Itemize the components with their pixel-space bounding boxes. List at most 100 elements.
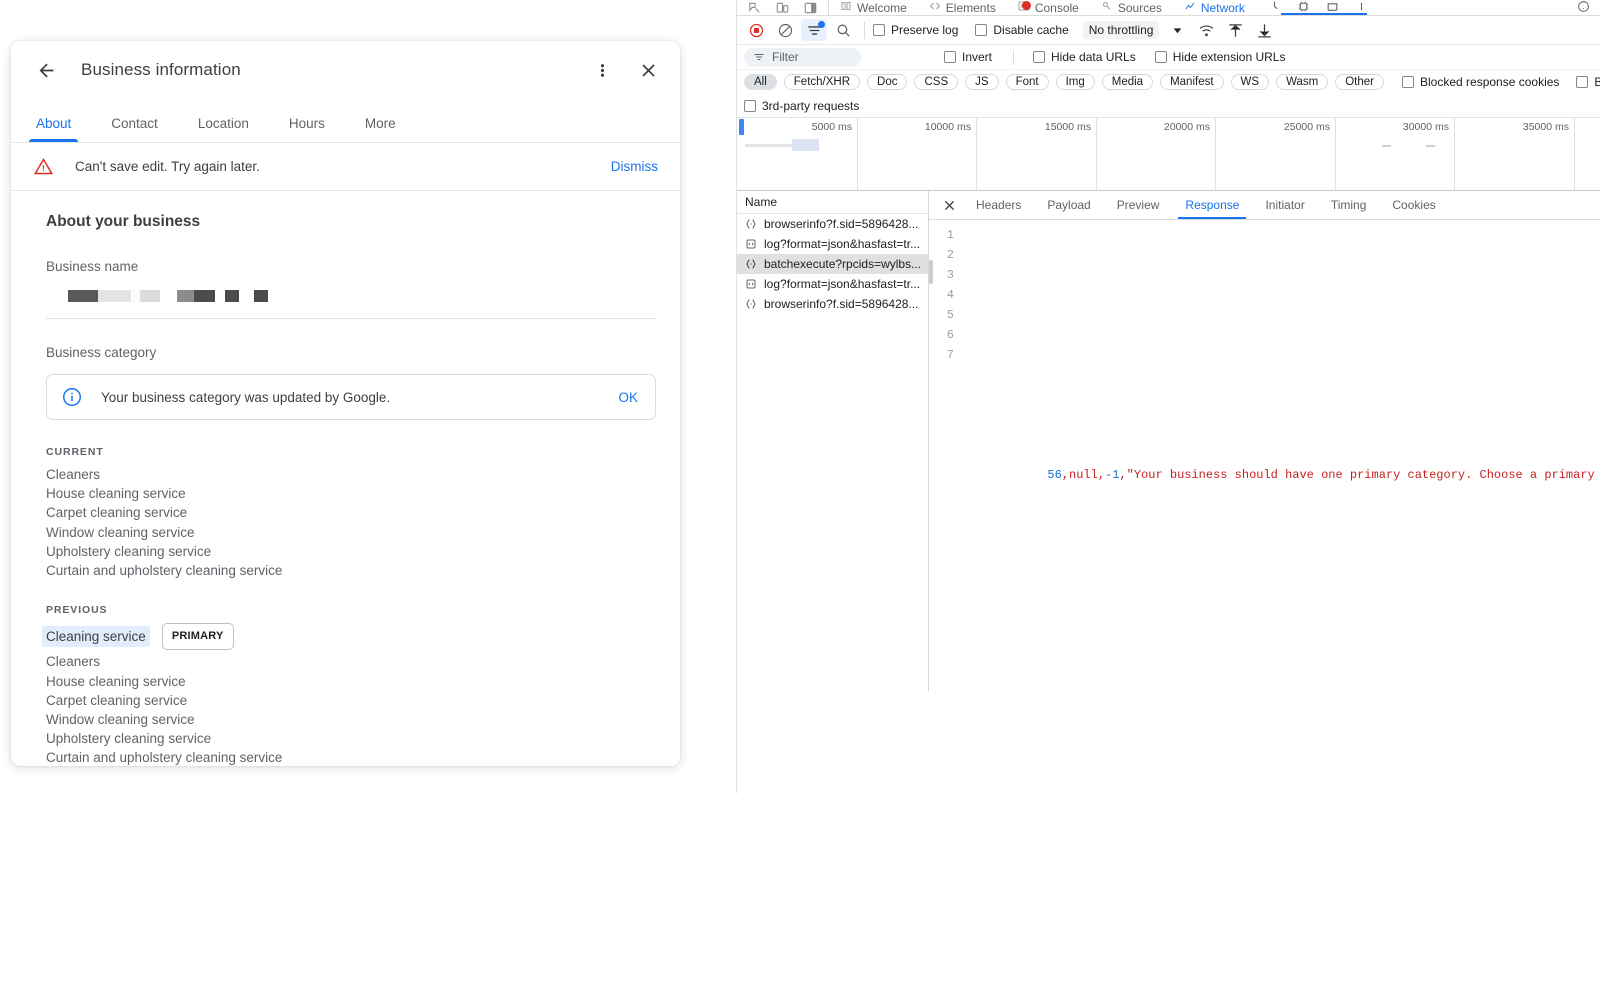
type-chip-other[interactable]: Other <box>1335 74 1384 90</box>
current-group-heading: CURRENT <box>46 446 104 458</box>
inspect-icon[interactable] <box>747 1 762 15</box>
overview-window-handle[interactable] <box>739 119 744 135</box>
third-party-requests-checkbox[interactable]: 3rd-party requests <box>744 99 859 113</box>
table-row[interactable]: browserinfo?f.sid=5896428... <box>737 294 928 314</box>
tab-elements[interactable]: Elements <box>918 0 1007 15</box>
token-number: -1 <box>1105 468 1120 482</box>
hide-extension-urls-checkbox[interactable]: Hide extension URLs <box>1154 50 1286 64</box>
type-chip-media[interactable]: Media <box>1101 74 1154 90</box>
checkbox-box <box>944 51 956 63</box>
tab-console[interactable]: Console <box>1007 0 1090 15</box>
type-chip-css[interactable]: CSS <box>914 74 959 90</box>
list-item: Curtain and upholstery cleaning service <box>46 750 283 766</box>
type-chip-manifest[interactable]: Manifest <box>1160 74 1224 90</box>
type-chip-doc[interactable]: Doc <box>867 74 908 90</box>
settings-help-icon[interactable] <box>1577 0 1590 15</box>
table-row[interactable]: log?format=json&hasfast=tr... <box>737 234 928 254</box>
tab-contact[interactable]: Contact <box>108 116 161 142</box>
table-row[interactable]: browserinfo?f.sid=5896428... <box>737 214 928 234</box>
search-icon[interactable] <box>830 19 856 41</box>
checkbox-label: Blocked requests <box>1594 75 1600 89</box>
dock-side-icon[interactable] <box>803 1 818 15</box>
filter-active-badge <box>818 21 825 28</box>
token-punct: , <box>1097 468 1106 482</box>
section-heading: About your business <box>46 213 201 230</box>
blocked-requests-checkbox[interactable]: Blocked requests <box>1576 75 1600 89</box>
throttling-select[interactable]: No throttling <box>1082 21 1160 39</box>
tab-timing[interactable]: Timing <box>1318 191 1380 219</box>
list-item: Curtain and upholstery cleaning service <box>46 563 283 579</box>
device-toolbar-icon[interactable] <box>775 1 790 15</box>
close-icon[interactable] <box>935 191 963 219</box>
performance-icon[interactable] <box>1268 0 1281 15</box>
list-item: Carpet cleaning service <box>46 692 188 708</box>
timeline-overview[interactable]: 5000 ms 10000 ms 15000 ms 20000 ms 25000… <box>737 117 1600 191</box>
type-chip-ws[interactable]: WS <box>1230 74 1270 90</box>
checkbox-label: Hide data URLs <box>1051 50 1136 64</box>
request-list-column-header[interactable]: Name <box>737 191 928 214</box>
tab-network[interactable]: Network <box>1173 0 1256 15</box>
network-conditions-icon[interactable] <box>1193 19 1219 41</box>
more-vert-icon[interactable] <box>588 56 616 84</box>
blocked-response-cookies-checkbox[interactable]: Blocked response cookies <box>1402 75 1559 89</box>
table-row[interactable]: log?format=json&hasfast=tr... <box>737 274 928 294</box>
response-code: 56,null,-1,"Your business should have on… <box>961 225 1600 685</box>
type-chip-img[interactable]: Img <box>1055 74 1095 90</box>
tab-more[interactable]: More <box>362 116 399 142</box>
business-name-value-redacted[interactable] <box>68 288 658 304</box>
close-icon[interactable] <box>634 56 662 84</box>
previous-group-heading: PREVIOUS <box>46 604 108 617</box>
disable-cache-checkbox[interactable]: Disable cache <box>975 23 1069 37</box>
chevron-down-icon[interactable] <box>1164 19 1190 41</box>
import-har-icon[interactable] <box>1222 19 1248 41</box>
tab-hours[interactable]: Hours <box>286 116 328 142</box>
tab-initiator[interactable]: Initiator <box>1252 191 1317 219</box>
checkbox-label: Hide extension URLs <box>1172 50 1286 64</box>
tab-label: Elements <box>945 0 996 15</box>
clear-icon[interactable] <box>772 19 798 41</box>
type-chip-js[interactable]: JS <box>965 74 999 90</box>
filter-icon[interactable] <box>801 19 827 41</box>
record-stop-icon[interactable] <box>743 19 769 41</box>
type-chip-fetchxhr[interactable]: Fetch/XHR <box>783 74 861 90</box>
tab-response[interactable]: Response <box>1172 191 1252 219</box>
resource-type-filters: All Fetch/XHR Doc CSS JS Font Img Media … <box>737 70 1600 94</box>
line-number: 4 <box>946 288 954 302</box>
notice-ok-button[interactable]: OK <box>618 390 638 405</box>
request-name: browserinfo?f.sid=5896428... <box>764 297 919 311</box>
request-detail-pane: Headers Payload Preview Response Initiat… <box>929 191 1600 691</box>
back-icon[interactable] <box>33 57 59 83</box>
business-category-label: Business category <box>46 345 157 360</box>
divider <box>1013 49 1015 65</box>
tab-sources[interactable]: Sources <box>1090 0 1173 15</box>
response-body[interactable]: 1 2 3 4 5 6 7 56,null,-1,"Your business … <box>929 220 1600 685</box>
invert-checkbox[interactable]: Invert <box>944 50 992 64</box>
tab-location[interactable]: Location <box>195 116 252 142</box>
tab-headers[interactable]: Headers <box>963 191 1034 219</box>
type-chip-all[interactable]: All <box>744 74 777 90</box>
hide-data-urls-checkbox[interactable]: Hide data URLs <box>1033 50 1136 64</box>
dismiss-button[interactable]: Dismiss <box>611 159 658 174</box>
tab-label: Network <box>1200 0 1245 15</box>
tick-label: 20000 ms <box>1163 121 1210 133</box>
tab-preview[interactable]: Preview <box>1104 191 1173 219</box>
type-chip-font[interactable]: Font <box>1005 74 1049 90</box>
previous-categories-group: PREVIOUS Cleaning service PRIMARY Cleane… <box>42 604 658 766</box>
welcome-icon <box>840 0 852 15</box>
token-null: null <box>1069 468 1098 482</box>
preserve-log-checkbox[interactable]: Preserve log <box>873 23 958 37</box>
page-title: Business information <box>81 60 241 79</box>
scrollbar-thumb[interactable] <box>929 260 933 284</box>
table-row[interactable]: batchexecute?rpcids=wylbs... <box>737 254 928 274</box>
tab-welcome[interactable]: Welcome <box>829 0 918 15</box>
tab-about[interactable]: About <box>28 116 79 142</box>
search-input[interactable]: Filter <box>744 47 861 67</box>
type-chip-wasm[interactable]: Wasm <box>1276 74 1329 90</box>
tick-label: 25000 ms <box>1283 121 1330 133</box>
export-har-icon[interactable] <box>1251 19 1277 41</box>
tab-cookies[interactable]: Cookies <box>1379 191 1448 219</box>
detail-tabs: Headers Payload Preview Response Initiat… <box>929 191 1600 220</box>
tab-payload[interactable]: Payload <box>1034 191 1103 219</box>
